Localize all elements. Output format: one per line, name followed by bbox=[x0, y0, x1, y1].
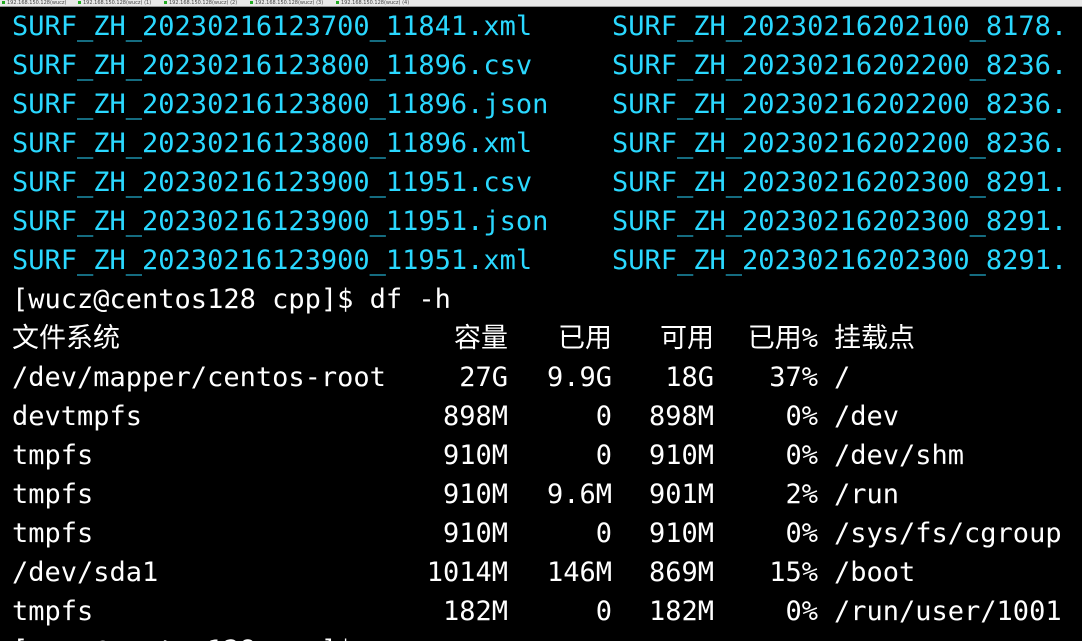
shell-prompt: [wucz@centos128 cpp]$ bbox=[12, 631, 353, 641]
df-filesystem: /dev/sda1 bbox=[12, 557, 159, 588]
header-avail: 可用 bbox=[660, 323, 714, 354]
df-avail: 910M bbox=[648, 440, 714, 471]
df-mounted: /run/user/1001 bbox=[834, 596, 1062, 627]
df-use-pct: 37% bbox=[769, 362, 818, 393]
file-name: SURF_ZH_20230216123900_11951.json bbox=[12, 206, 549, 237]
df-row: tmpfs 910M 0 910M 0% /sys/fs/cgroup bbox=[0, 514, 1082, 553]
df-row: /dev/mapper/centos-root 27G 9.9G 18G 37%… bbox=[0, 358, 1082, 397]
header-size: 容量 bbox=[454, 323, 508, 354]
file-name: SURF_ZH_20230216123700_11841.xml bbox=[12, 11, 533, 42]
session-tab[interactable]: 192.168.150.128(wucz) bbox=[2, 0, 72, 6]
df-use-pct: 0% bbox=[785, 518, 818, 549]
file-name: SURF_ZH_20230216123800_11896.json bbox=[12, 89, 549, 120]
df-use-pct: 2% bbox=[785, 479, 818, 510]
file-listing-row: SURF_ZH_20230216123700_11841.xml SURF_ZH… bbox=[0, 7, 1082, 46]
session-tab[interactable]: 192.168.150.128(wucz) (4) bbox=[336, 0, 426, 6]
session-tab-label: 192.168.150.128(wucz) (4) bbox=[341, 0, 410, 6]
file-listing-row: SURF_ZH_20230216123900_11951.csv SURF_ZH… bbox=[0, 163, 1082, 202]
df-row: /dev/sda1 1014M 146M 869M 15% /boot bbox=[0, 553, 1082, 592]
df-mounted: /run bbox=[834, 479, 900, 510]
df-used: 0 bbox=[595, 401, 612, 432]
df-mounted: /dev/shm bbox=[834, 440, 965, 471]
df-use-pct: 0% bbox=[785, 401, 818, 432]
df-size: 910M bbox=[442, 440, 508, 471]
df-avail: 901M bbox=[648, 479, 714, 510]
file-name: SURF_ZH_20230216123800_11896.csv bbox=[12, 50, 533, 81]
df-size: 182M bbox=[442, 596, 508, 627]
df-size: 910M bbox=[442, 479, 508, 510]
df-row: tmpfs 910M 9.6M 901M 2% /run bbox=[0, 475, 1082, 514]
connected-icon bbox=[164, 1, 167, 4]
df-avail: 182M bbox=[648, 596, 714, 627]
df-use-pct: 0% bbox=[785, 596, 818, 627]
df-row: tmpfs 910M 0 910M 0% /dev/shm bbox=[0, 436, 1082, 475]
df-header-row: 文件系统 容量 已用 可用 已用% 挂载点 bbox=[0, 319, 1082, 358]
header-mounted: 挂载点 bbox=[834, 323, 915, 354]
df-mounted: /dev bbox=[834, 401, 900, 432]
file-name: SURF_ZH_20230216123900_11951.csv bbox=[12, 167, 533, 198]
df-avail: 18G bbox=[665, 362, 714, 393]
df-row: tmpfs 182M 0 182M 0% /run/user/1001 bbox=[0, 592, 1082, 631]
df-size: 898M bbox=[442, 401, 508, 432]
df-used: 0 bbox=[595, 440, 612, 471]
file-name: SURF_ZH_20230216202200_8236. bbox=[612, 89, 1068, 120]
file-name: SURF_ZH_20230216202200_8236. bbox=[612, 50, 1068, 81]
df-filesystem: devtmpfs bbox=[12, 401, 143, 432]
session-tab-label: 192.168.150.128(wucz) (2) bbox=[169, 0, 238, 6]
file-listing-row: SURF_ZH_20230216123800_11896.json SURF_Z… bbox=[0, 85, 1082, 124]
session-tab-label: 192.168.150.128(wucz) (1) bbox=[83, 0, 152, 6]
session-tab[interactable]: 192.168.150.128(wucz) (3) bbox=[250, 0, 330, 6]
connected-icon bbox=[250, 1, 253, 4]
session-tab[interactable]: 192.168.150.128(wucz) (1) bbox=[78, 0, 158, 6]
next-prompt-line: [wucz@centos128 cpp]$ bbox=[0, 631, 1082, 641]
df-filesystem: tmpfs bbox=[12, 440, 94, 471]
file-name: SURF_ZH_20230216123800_11896.xml bbox=[12, 128, 533, 159]
df-used: 0 bbox=[595, 518, 612, 549]
file-name: SURF_ZH_20230216202300_8291. bbox=[612, 167, 1068, 198]
connected-icon bbox=[78, 1, 81, 4]
file-listing-row: SURF_ZH_20230216123900_11951.xml SURF_ZH… bbox=[0, 241, 1082, 280]
file-listing-row: SURF_ZH_20230216123800_11896.csv SURF_ZH… bbox=[0, 46, 1082, 85]
df-used: 146M bbox=[546, 557, 612, 588]
df-filesystem: tmpfs bbox=[12, 518, 94, 549]
df-filesystem: tmpfs bbox=[12, 479, 94, 510]
df-size: 1014M bbox=[426, 557, 508, 588]
df-filesystem: tmpfs bbox=[12, 596, 94, 627]
session-tab[interactable]: 192.168.150.128(wucz) (2) bbox=[164, 0, 244, 6]
connected-icon bbox=[336, 1, 339, 4]
df-avail: 898M bbox=[648, 401, 714, 432]
session-tab-bar: 192.168.150.128(wucz) 192.168.150.128(wu… bbox=[0, 0, 1082, 7]
df-used: 9.9G bbox=[546, 362, 612, 393]
df-used: 9.6M bbox=[546, 479, 612, 510]
terminal-output[interactable]: SURF_ZH_20230216123700_11841.xml SURF_ZH… bbox=[0, 7, 1082, 641]
df-use-pct: 15% bbox=[769, 557, 818, 588]
df-avail: 910M bbox=[648, 518, 714, 549]
connected-icon bbox=[2, 1, 5, 4]
header-filesystem: 文件系统 bbox=[12, 323, 120, 354]
command-line: [wucz@centos128 cpp]$ df -h bbox=[0, 280, 1082, 319]
file-name: SURF_ZH_20230216202300_8291. bbox=[612, 206, 1068, 237]
file-name: SURF_ZH_20230216202300_8291. bbox=[612, 245, 1068, 276]
df-size: 910M bbox=[442, 518, 508, 549]
file-listing-row: SURF_ZH_20230216123900_11951.json SURF_Z… bbox=[0, 202, 1082, 241]
df-mounted: / bbox=[834, 362, 851, 393]
session-tab-label: 192.168.150.128(wucz) bbox=[7, 0, 67, 6]
header-use-pct: 已用% bbox=[747, 323, 818, 354]
header-used: 已用 bbox=[558, 323, 612, 354]
df-used: 0 bbox=[595, 596, 612, 627]
df-use-pct: 0% bbox=[785, 440, 818, 471]
file-name: SURF_ZH_20230216202100_8178. bbox=[612, 11, 1068, 42]
df-mounted: /sys/fs/cgroup bbox=[834, 518, 1062, 549]
df-size: 27G bbox=[459, 362, 508, 393]
file-listing-row: SURF_ZH_20230216123800_11896.xml SURF_ZH… bbox=[0, 124, 1082, 163]
file-name: SURF_ZH_20230216123900_11951.xml bbox=[12, 245, 533, 276]
shell-prompt: [wucz@centos128 cpp]$ df -h bbox=[12, 284, 451, 315]
session-tab-label: 192.168.150.128(wucz) (3) bbox=[255, 0, 324, 6]
df-avail: 869M bbox=[648, 557, 714, 588]
df-filesystem: /dev/mapper/centos-root bbox=[12, 362, 386, 393]
df-row: devtmpfs 898M 0 898M 0% /dev bbox=[0, 397, 1082, 436]
file-name: SURF_ZH_20230216202200_8236. bbox=[612, 128, 1068, 159]
df-mounted: /boot bbox=[834, 557, 916, 588]
